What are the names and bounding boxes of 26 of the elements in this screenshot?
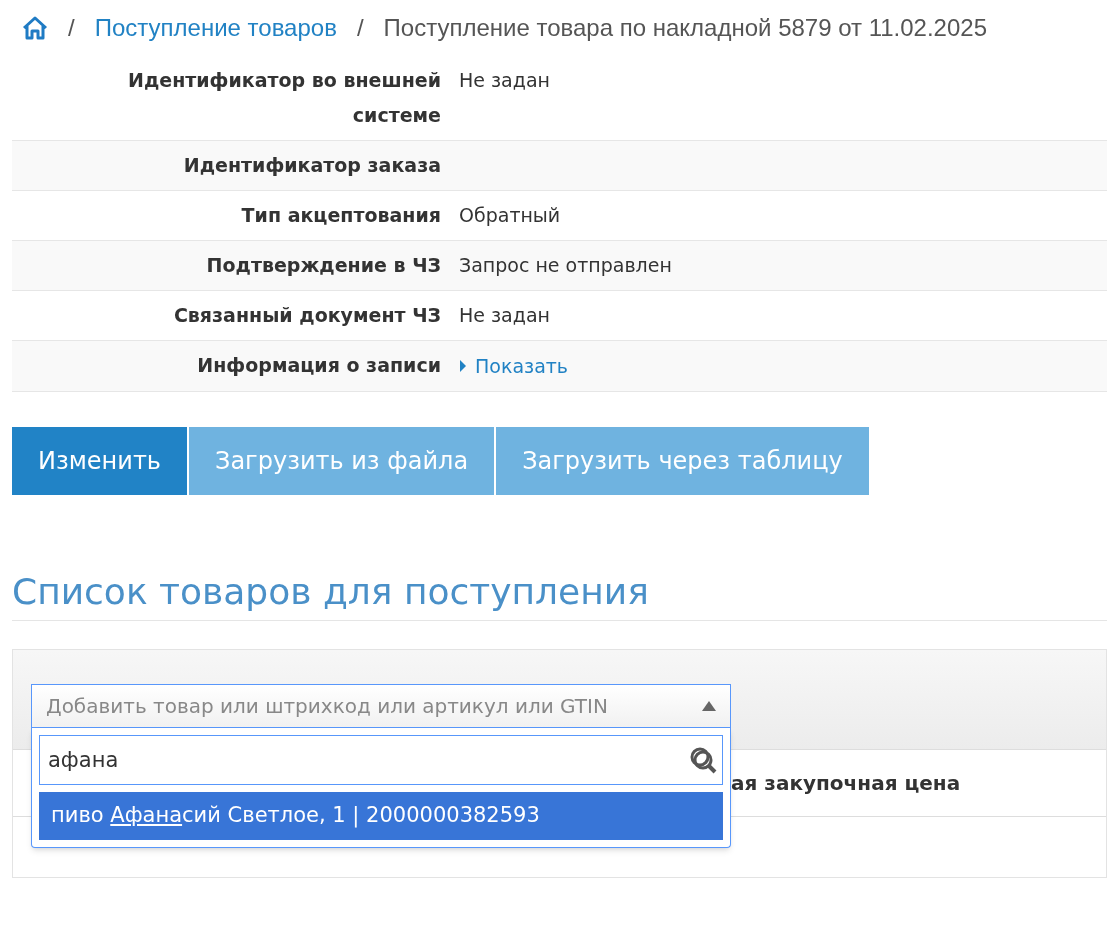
field-label: Подтверждение в ЧЗ [205,253,442,278]
section-title: Список товаров для поступления [12,566,1107,621]
product-select[interactable]: Добавить товар или штрихкод или артикул или GTIN [31,683,731,728]
home-icon[interactable] [22,16,48,40]
field-value: Не задан [459,69,550,91]
field-value: Запрос не отправлен [459,254,672,276]
field-label: Идентификатор во внешней системе [127,68,442,128]
field-label: Идентификатор заказа [182,153,442,178]
action-button[interactable]: Загрузить через таблицу [496,426,869,495]
column-header: ая закупочная цена [731,769,961,797]
field-value: Обратный [459,204,561,226]
dropdown-option[interactable]: пиво Афанасий Светлое, 1 | 2000000382593 [39,791,723,840]
field-label: Тип акцептования [240,203,442,228]
show-link[interactable]: Показать [459,353,569,379]
action-button[interactable]: Загрузить из файла [189,426,495,495]
breadcrumb-separator: / [356,13,364,43]
field-value: Не задан [459,304,550,326]
field-label: Информация о записи [196,353,442,378]
breadcrumb-link[interactable]: Поступление товаров [94,10,337,46]
action-button[interactable]: Изменить [12,426,187,495]
breadcrumb-separator: / [68,13,75,43]
field-label: Связанный документ ЧЗ [172,303,442,328]
search-field[interactable]: афана [39,734,723,785]
search-icon [689,745,717,774]
breadcrumb-current: Поступление товара по накладной 5879 от 11.02.2025 [383,13,987,43]
select-placeholder: Добавить товар или штрихкод или артикул или GTIN [46,692,608,720]
